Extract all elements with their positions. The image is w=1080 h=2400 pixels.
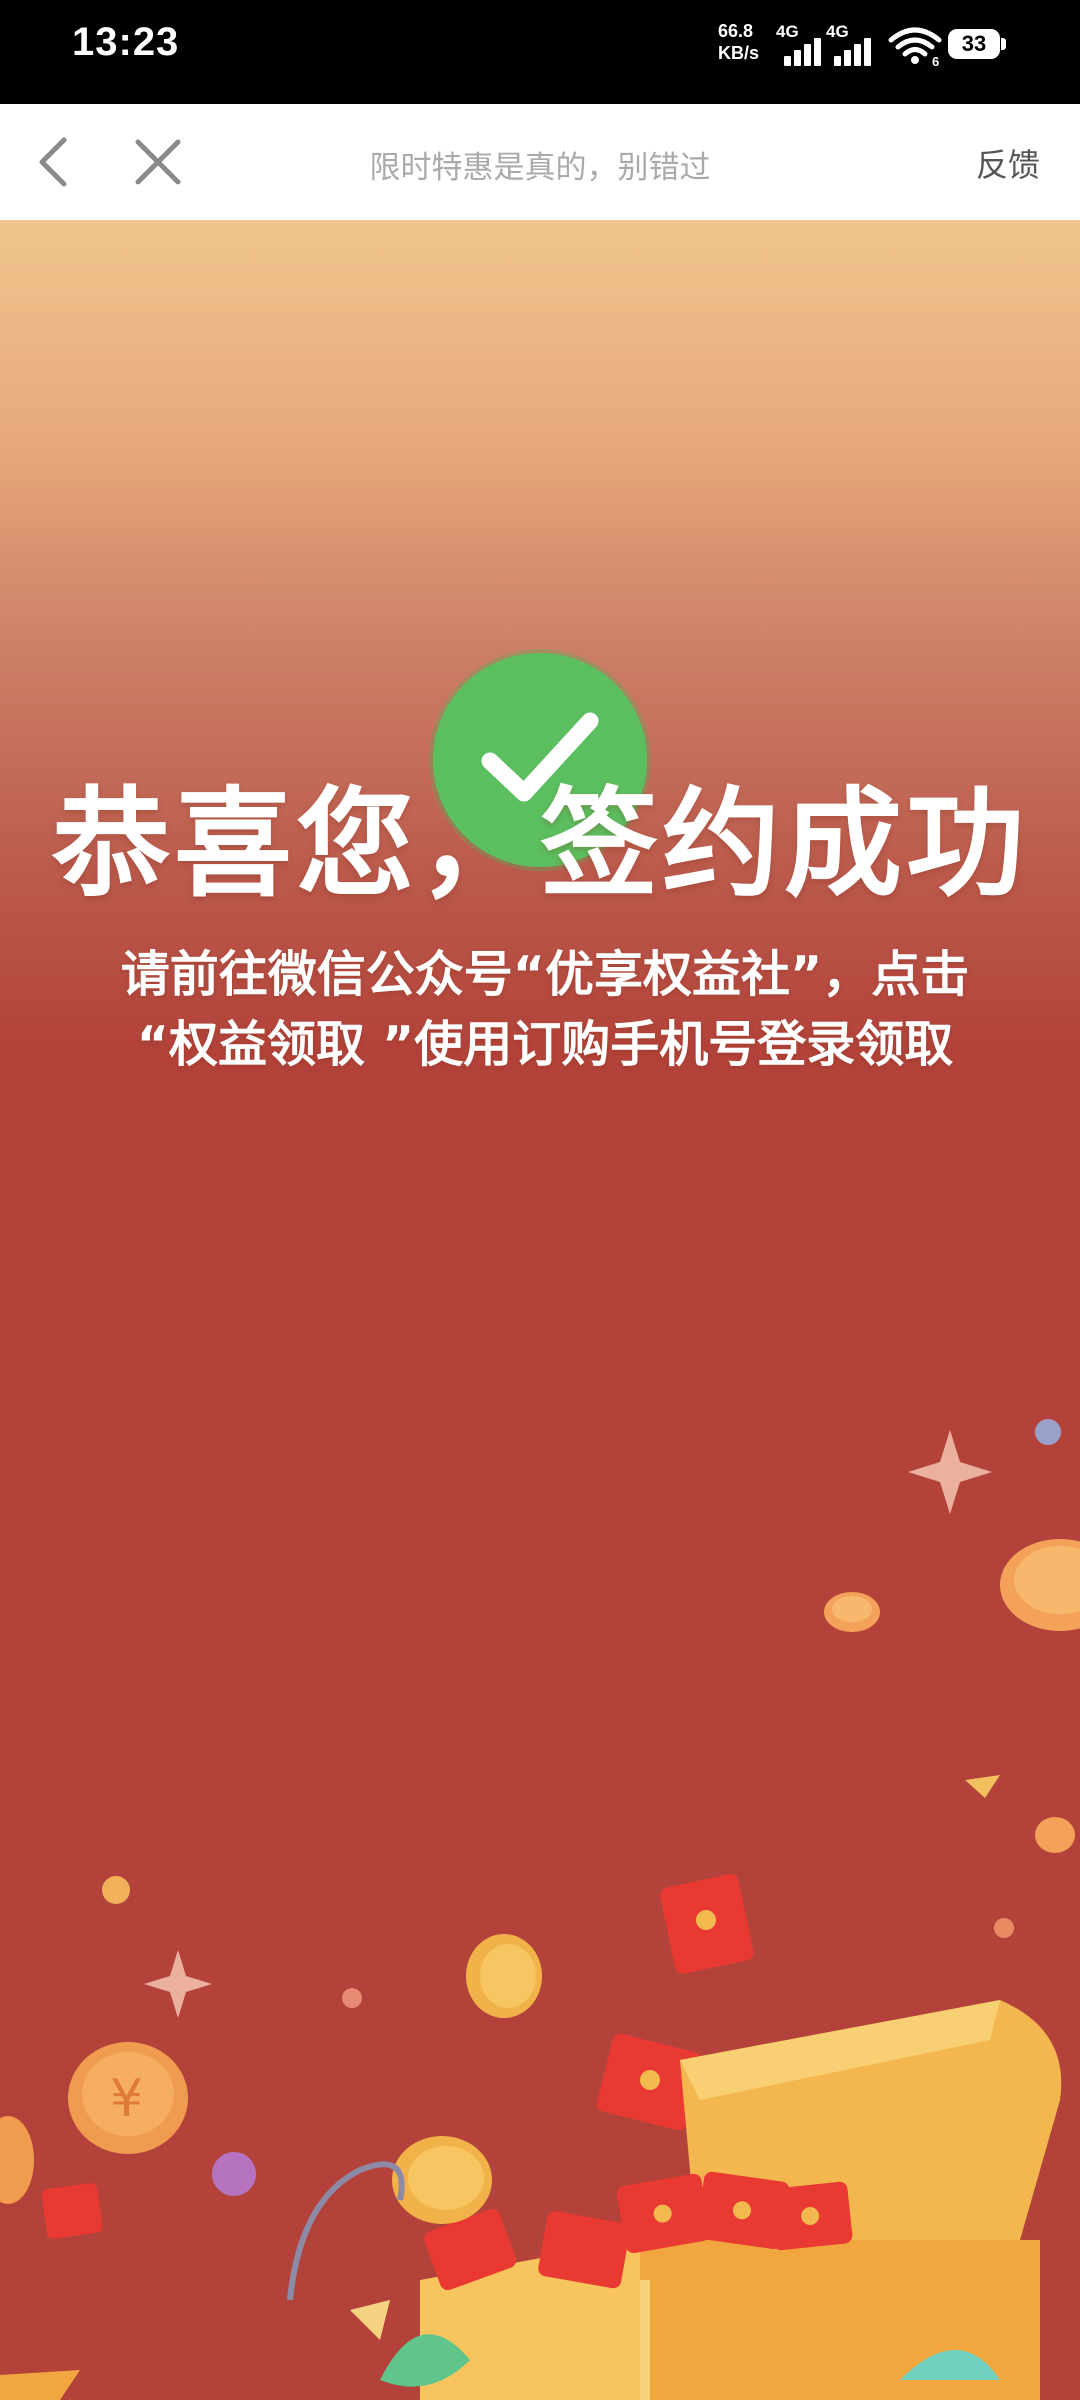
sim1-signal-icon: 4G <box>776 22 826 66</box>
battery-icon: 33 <box>948 29 1006 59</box>
back-icon[interactable] <box>26 130 90 194</box>
close-icon[interactable] <box>126 130 190 194</box>
feedback-button[interactable]: 反馈 <box>976 140 1040 186</box>
sim2-signal-icon: 4G <box>826 22 876 66</box>
network-speed: 66.8 KB/s <box>718 20 759 64</box>
network-speed-value: 66.8 <box>718 21 754 41</box>
navigation-bar: 限时特惠是真的，别错过 反馈 <box>0 104 1080 220</box>
success-title: 恭喜您，签约成功 <box>51 775 1028 913</box>
svg-text:¥: ¥ <box>110 2069 143 2129</box>
instruction-line-2: “权益领取 ”使用订购手机号登录领取 <box>136 1016 954 1073</box>
instruction-line-1: 请前往微信公众号“优享权益社”，点击 <box>120 946 970 1003</box>
wifi-badge: 6 <box>932 54 939 66</box>
treasure-illustration: ¥ <box>0 1419 1080 2400</box>
network-speed-unit: KB/s <box>718 43 760 63</box>
status-bar: 13:23 66.8 KB/s 4G 4G 6 33 <box>0 0 1080 104</box>
status-time: 13:23 <box>72 20 180 64</box>
wifi-icon: 6 <box>888 27 942 66</box>
instruction-text: 请前往微信公众号“优享权益社”，点击 “权益领取 ”使用订购手机号登录领取 <box>56 940 1034 1080</box>
page-title: 限时特惠是真的，别错过 <box>369 150 711 186</box>
battery-level: 33 <box>948 29 1000 59</box>
